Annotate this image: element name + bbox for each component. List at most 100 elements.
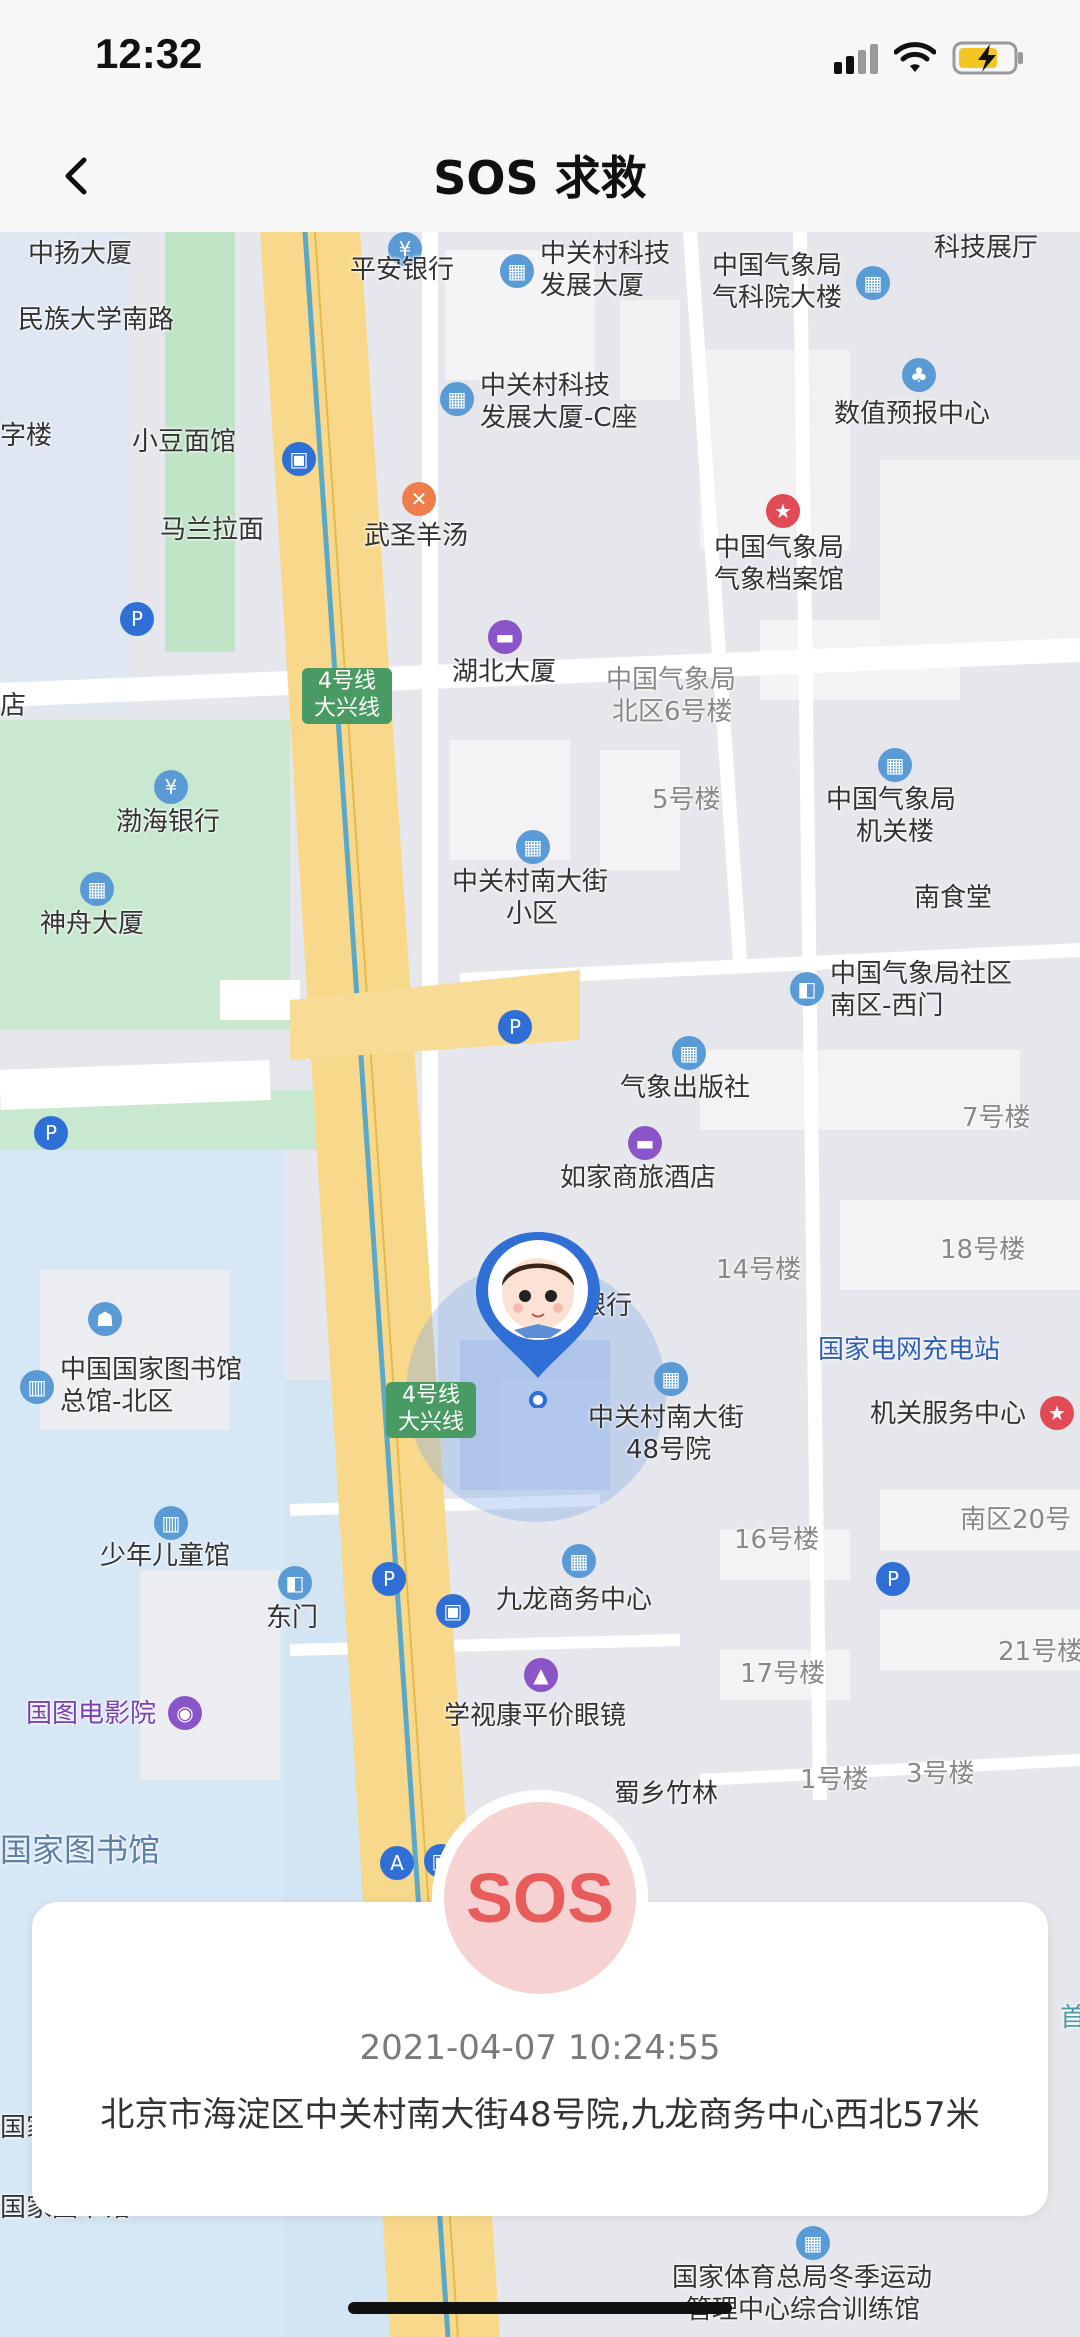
metro-line-name: 4号线 [402,1383,460,1408]
map-label: 中关村南大街 [452,867,609,897]
star-icon[interactable]: ★ [1040,1396,1074,1430]
building-icon[interactable]: ▦ [516,830,550,864]
building-icon[interactable]: ▦ [80,872,114,906]
map-label: 平安银行 [350,255,455,285]
map-label: 南区-西门 [830,991,944,1021]
page-title: SOS 求救 [433,151,647,205]
building-icon[interactable]: ▦ [796,2226,830,2260]
map-label: 南区20号 [960,1505,1072,1535]
map-label: 湖北大厦 [452,657,557,687]
map-label: 发展大厦 [540,271,645,301]
parking-icon[interactable]: P [876,1562,910,1596]
map-label: 5号楼 [652,785,721,815]
status-time: 12:32 [95,30,203,77]
metro-line-sub: 大兴线 [313,696,380,721]
map-label: 总馆-北区 [60,1387,174,1417]
alert-timestamp: 2021-04-07 10:24:55 [359,2028,721,2068]
map-label: 中扬大厦 [28,239,133,269]
map-label: 16号楼 [734,1525,820,1555]
parking-icon[interactable]: P [120,602,154,636]
map-label: 中国气象局 [714,533,845,563]
metro-line-name: 4号线 [318,669,376,694]
map-label: 首 [1060,2003,1080,2033]
building-icon[interactable]: ▦ [500,254,534,288]
map-label: 机关服务中心 [870,1399,1027,1429]
battery-charging-icon [952,41,1023,75]
map-label: 气象出版社 [620,1073,751,1103]
gate-icon[interactable]: ◧ [278,1566,312,1600]
map-label: 3号楼 [906,1759,975,1789]
restroom-icon[interactable]: ☗ [88,1302,122,1336]
parking-icon[interactable]: P [498,1010,532,1044]
map-label: 九龙商务中心 [496,1585,653,1615]
map-label: 中关村科技 [540,239,671,269]
cinema-icon[interactable]: ◉ [168,1696,202,1730]
map-label: 中关村南大街 [588,1403,745,1433]
map-label: 14号楼 [716,1255,802,1285]
map-label: 气象档案馆 [714,565,845,595]
building-icon[interactable]: ▦ [440,382,474,416]
map-label: 17号楼 [740,1659,826,1689]
map-label: 国家图书馆 [0,1831,161,1869]
map-label: 武圣羊汤 [364,521,469,551]
library-icon[interactable]: ▥ [154,1506,188,1540]
hotel-icon[interactable]: ▬ [488,620,522,654]
metro-line-sub: 大兴线 [397,1410,464,1435]
map-label: 中国气象局 [606,665,737,695]
library-icon[interactable]: ▥ [20,1370,54,1404]
map-label: 东门 [266,1603,319,1633]
map-label: 48号院 [626,1435,712,1465]
map-label: 学视康平价眼镜 [444,1701,627,1731]
bus-stop-icon[interactable]: ▣ [282,442,316,476]
restaurant-icon[interactable]: ✕ [402,482,436,516]
sos-button[interactable]: SOS [432,1790,648,2006]
cellular-signal-icon [834,44,878,74]
map-label: 字楼 [0,421,53,451]
alert-address: 北京市海淀区中关村南大街48号院,九龙商务中心西北57米 [100,2095,980,2135]
map-label: 7号楼 [962,1103,1031,1133]
map-label: 中国国家图书馆 [60,1355,243,1385]
map-label: 店 [0,691,27,721]
home-indicator[interactable] [348,2302,732,2314]
map-label: 1号楼 [800,1765,869,1795]
building-icon[interactable]: ▦ [562,1544,596,1578]
map-label: 18号楼 [940,1235,1026,1265]
map-label: 北区6号楼 [612,697,733,727]
map-label: 渤海银行 [116,807,221,837]
metro-icon[interactable]: A [380,1846,414,1880]
map-label: 数值预报中心 [834,399,991,429]
parking-icon[interactable]: P [34,1116,68,1150]
wifi-icon [894,42,936,72]
map-label: 国图电影院 [26,1699,157,1729]
bank-icon[interactable]: ¥ [154,770,188,804]
map-label: 中国气象局 [712,251,843,281]
map-label: 蜀乡竹林 [614,1779,719,1809]
parking-icon[interactable]: P [372,1562,406,1596]
map-label: 中关村科技 [480,371,611,401]
shop-icon[interactable]: ▲ [524,1658,558,1692]
tree-icon[interactable]: ♣ [902,358,936,392]
map-label: 国家体育总局冬季运动 [672,2263,933,2293]
status-bar: 12:32 [0,0,1080,120]
map-label: 气科院大楼 [712,283,843,313]
building-icon[interactable]: ▦ [672,1036,706,1070]
building-icon[interactable]: ▦ [654,1362,688,1396]
map-label: 机关楼 [856,817,935,847]
map-label: 南食堂 [914,883,993,913]
map-label: 如家商旅酒店 [560,1163,717,1193]
bus-stop-icon[interactable]: ▣ [436,1594,470,1628]
star-icon[interactable]: ★ [766,494,800,528]
map-label: 发展大厦-C座 [480,403,638,433]
map-label: 小区 [506,899,559,929]
user-location-pin[interactable] [470,1228,606,1408]
map-label: 少年儿童馆 [100,1541,231,1571]
sos-button-label: SOS [444,1802,636,1994]
hotel-icon[interactable]: ▬ [628,1126,662,1160]
navigation-bar: SOS 求救 [0,120,1080,232]
map-label: 科技展厅 [934,233,1039,263]
gate-icon[interactable]: ◧ [790,972,824,1006]
metro-line-badge: 4号线 大兴线 [302,668,392,724]
metro-line-badge: 4号线 大兴线 [386,1382,476,1438]
building-icon[interactable]: ▦ [878,748,912,782]
building-icon[interactable]: ▦ [856,266,890,300]
